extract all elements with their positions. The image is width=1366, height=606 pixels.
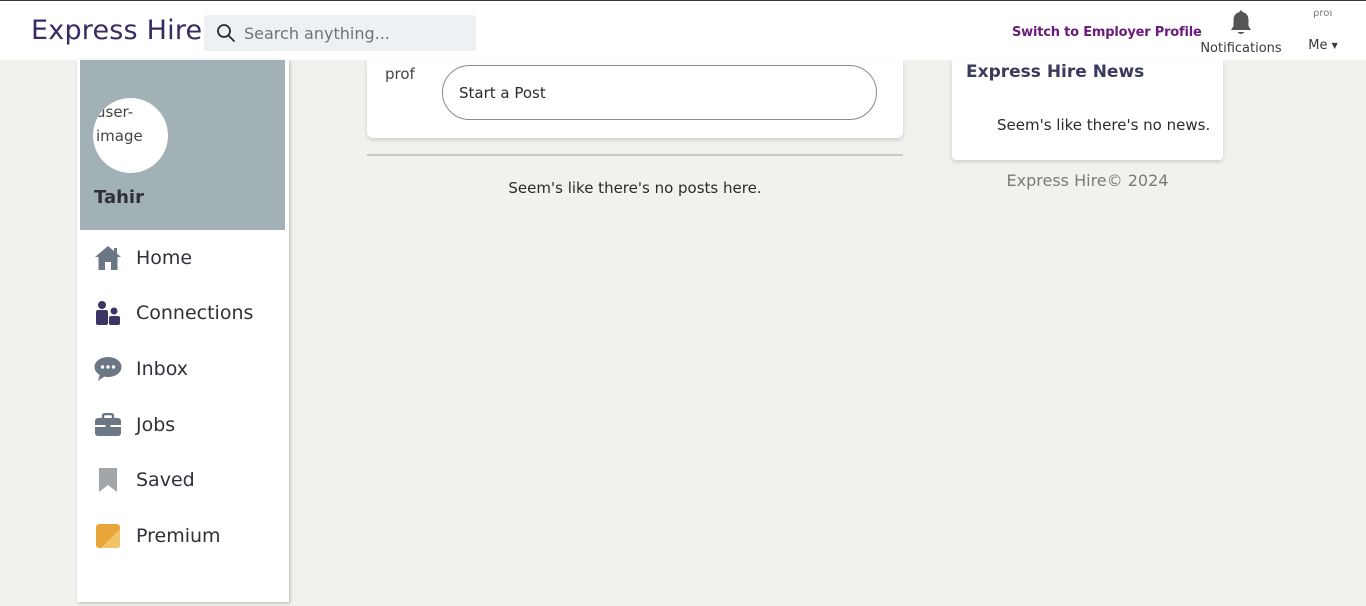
- me-avatar: prof: [1313, 8, 1333, 19]
- sidebar-item-premium[interactable]: Premium: [77, 508, 289, 564]
- empty-posts-message: Seem's like there's no posts here.: [508, 179, 762, 197]
- sidebar-item-saved[interactable]: Saved: [77, 452, 289, 508]
- profile-sidebar: user-image Tahir Home Connections Inbox: [77, 60, 289, 602]
- search-bar[interactable]: [204, 15, 476, 51]
- briefcase-icon: [94, 411, 122, 439]
- caret-down-icon: ▼: [1331, 41, 1338, 50]
- profile-cover: user-image Tahir: [80, 60, 285, 230]
- top-navbar: Express Hire Switch to Employer Profile …: [0, 1, 1366, 60]
- user-name[interactable]: Tahir: [94, 187, 144, 208]
- empty-news-message: Seem's like there's no news.: [997, 116, 1211, 134]
- notifications-button[interactable]: Notifications: [1196, 10, 1286, 58]
- home-icon: [94, 244, 122, 272]
- search-input[interactable]: [244, 18, 464, 48]
- footer-copyright: Express Hire© 2024: [1006, 171, 1169, 190]
- sidebar-item-inbox[interactable]: Inbox: [77, 341, 289, 397]
- sidebar-nav: Home Connections Inbox Jobs Saved Premiu…: [77, 230, 289, 564]
- sidebar-item-jobs[interactable]: Jobs: [77, 397, 289, 453]
- sidebar-item-connections[interactable]: Connections: [77, 286, 289, 342]
- switch-employer-profile-link[interactable]: Switch to Employer Profile: [1012, 25, 1202, 40]
- user-avatar[interactable]: user-image: [93, 98, 168, 173]
- feed-divider: [367, 154, 903, 156]
- connections-icon: [94, 299, 122, 327]
- sidebar-item-home[interactable]: Home: [77, 230, 289, 286]
- me-menu-button[interactable]: prof Me ▼: [1303, 8, 1343, 56]
- bell-icon: [1231, 10, 1251, 34]
- premium-icon: [94, 522, 122, 550]
- create-post-card: prof Start a Post: [367, 60, 903, 138]
- brand-logo[interactable]: Express Hire: [31, 15, 202, 46]
- me-label: Me ▼: [1308, 38, 1338, 53]
- notifications-label: Notifications: [1200, 41, 1282, 56]
- search-icon: [217, 24, 235, 42]
- news-card: Express Hire News Seem's like there's no…: [952, 60, 1223, 160]
- news-title: Express Hire News: [966, 62, 1145, 82]
- inbox-icon: [94, 355, 122, 383]
- bookmark-icon: [94, 466, 122, 494]
- post-author-avatar: prof: [385, 65, 415, 83]
- start-post-button[interactable]: Start a Post: [442, 65, 877, 120]
